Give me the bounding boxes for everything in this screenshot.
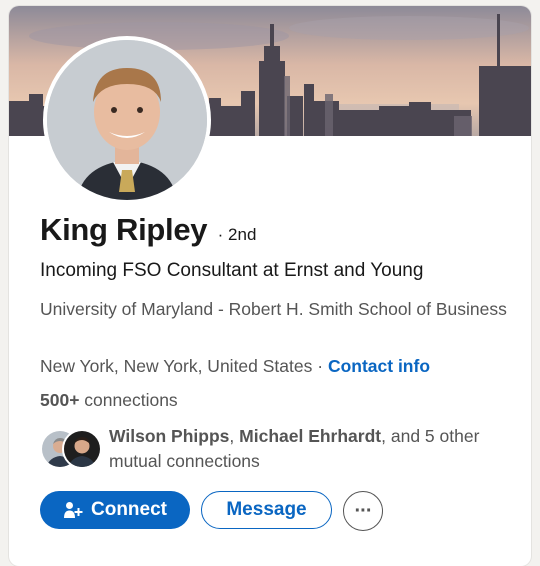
more-actions-button[interactable]: ··· — [343, 491, 383, 531]
mutual-separator: , — [229, 426, 240, 446]
connections-label: connections — [79, 390, 178, 410]
mutual-connections-avatars[interactable] — [40, 429, 102, 469]
mutual-avatar-2 — [62, 429, 102, 469]
mutual-name-2[interactable]: Michael Ehrhardt — [239, 426, 381, 446]
connections-count: 500+ — [40, 390, 80, 410]
connections-count-row[interactable]: 500+ connections — [40, 390, 178, 411]
location-separator: · — [312, 356, 328, 376]
name-row: King Ripley · 2nd — [40, 212, 256, 248]
profile-name: King Ripley — [40, 212, 208, 247]
profile-card: King Ripley · 2nd Incoming FSO Consultan… — [9, 6, 531, 566]
ellipsis-icon: ··· — [354, 500, 373, 522]
connect-button[interactable]: Connect — [40, 491, 190, 529]
profile-location: New York, New York, United States — [40, 356, 313, 376]
profile-headline: Incoming FSO Consultant at Ernst and You… — [40, 260, 424, 281]
profile-education[interactable]: University of Maryland - Robert H. Smith… — [40, 298, 510, 321]
message-button[interactable]: Message — [201, 491, 332, 529]
contact-info-link[interactable]: Contact info — [328, 356, 430, 376]
mutual-name-1[interactable]: Wilson Phipps — [109, 426, 229, 446]
profile-photo[interactable] — [43, 36, 211, 204]
mutual-connections-text[interactable]: Wilson Phipps, Michael Ehrhardt, and 5 o… — [109, 424, 489, 474]
connection-degree: · 2nd — [217, 225, 257, 244]
person-plus-icon — [63, 500, 83, 520]
location-row: New York, New York, United States · Cont… — [40, 356, 430, 377]
connect-button-label: Connect — [91, 499, 167, 520]
message-button-label: Message — [226, 499, 307, 520]
